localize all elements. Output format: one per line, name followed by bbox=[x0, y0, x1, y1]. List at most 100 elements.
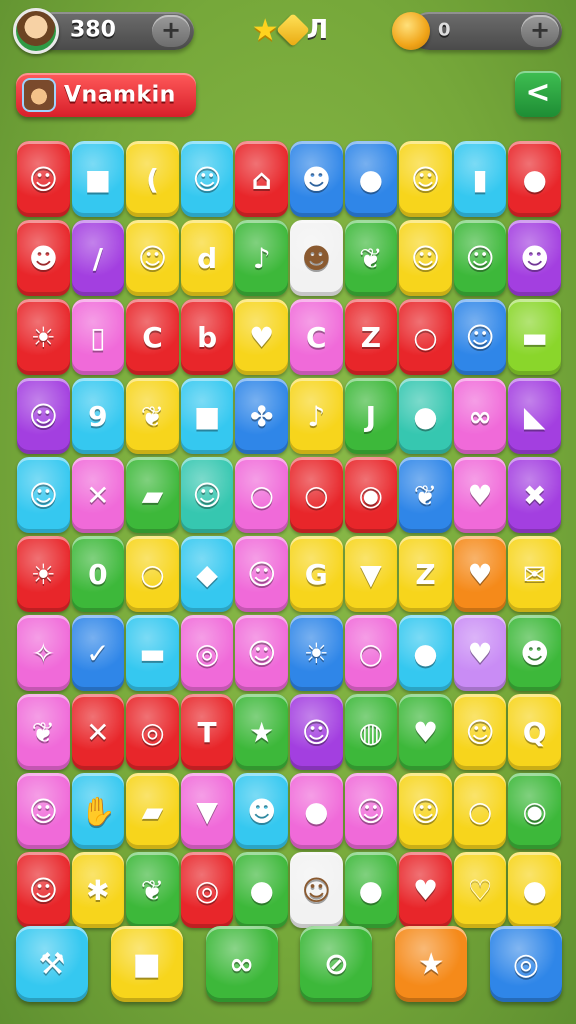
tile-gnome-icon[interactable]: ☺ bbox=[17, 141, 70, 217]
tile-gnome-icon[interactable]: ☺ bbox=[126, 220, 179, 296]
tile-heart-icon[interactable]: ♥ bbox=[399, 852, 452, 928]
tile-hammer-icon[interactable]: T bbox=[180, 694, 234, 770]
tile-blob-icon[interactable]: ☺ bbox=[235, 536, 288, 612]
tile-letter-j-icon[interactable]: J bbox=[344, 378, 398, 454]
tile-lion-icon[interactable]: ☀ bbox=[17, 299, 70, 375]
tile-letter-q-icon[interactable]: Q bbox=[508, 694, 561, 770]
tile-lemon-icon[interactable]: ● bbox=[399, 615, 452, 691]
tile-smiley-icon[interactable]: ☺ bbox=[17, 773, 70, 849]
tile-letter-c-icon[interactable]: C bbox=[289, 299, 343, 375]
tile-eraser-icon[interactable]: ▰ bbox=[126, 457, 179, 533]
tile-clock-icon[interactable]: ◎ bbox=[180, 615, 234, 691]
tile-letter-g-icon[interactable]: G bbox=[289, 536, 343, 612]
booster-target-button[interactable]: ◎ bbox=[489, 926, 562, 1002]
tile-dragon-icon[interactable]: ❦ bbox=[17, 694, 70, 770]
tile-bandage-icon[interactable]: ▯ bbox=[71, 299, 125, 375]
tile-balloon-icon[interactable]: ○ bbox=[235, 457, 288, 533]
tile-cherry-icon[interactable]: ● bbox=[289, 773, 343, 849]
tile-leaf-icon[interactable]: ❦ bbox=[126, 852, 179, 928]
tile-bag-icon[interactable]: ▼ bbox=[180, 773, 234, 849]
tile-frog-icon[interactable]: ☺ bbox=[344, 773, 398, 849]
tile-cube-icon[interactable]: ■ bbox=[180, 378, 234, 454]
tile-number-9-icon[interactable]: 9 bbox=[71, 378, 125, 454]
tile-bird-icon[interactable]: ♪ bbox=[235, 220, 288, 296]
tile-cat-icon[interactable]: ☺ bbox=[399, 773, 452, 849]
tile-candy-icon[interactable]: ▬ bbox=[508, 299, 561, 375]
tile-note-icon[interactable]: ♪ bbox=[289, 378, 343, 454]
tile-ice-cream-icon[interactable]: ▼ bbox=[344, 536, 398, 612]
tile-letter-c-icon[interactable]: C bbox=[126, 299, 179, 375]
tile-house-icon[interactable]: ⌂ bbox=[235, 141, 288, 217]
booster-hammer-button[interactable]: ⚒ bbox=[16, 926, 88, 1002]
add-coins-button[interactable]: + bbox=[152, 15, 190, 47]
tile-bird-icon[interactable]: ☺ bbox=[289, 694, 343, 770]
tile-heart-icon[interactable]: ♡ bbox=[453, 852, 507, 928]
tile-alien-icon[interactable]: ☺ bbox=[453, 299, 507, 375]
tile-bear-icon[interactable]: ☻ bbox=[235, 773, 288, 849]
tile-leaf-icon[interactable]: ❦ bbox=[126, 378, 179, 454]
tile-smiley-icon[interactable]: ☺ bbox=[180, 141, 234, 217]
tile-cat-icon[interactable]: ☺ bbox=[289, 852, 343, 928]
tile-cat-icon[interactable]: ☺ bbox=[453, 220, 507, 296]
tile-puzzle-icon[interactable]: ✤ bbox=[235, 378, 288, 454]
tile-ring-icon[interactable]: ○ bbox=[344, 615, 398, 691]
tile-flag-icon[interactable]: ◣ bbox=[508, 378, 561, 454]
tile-crayon-icon[interactable]: ▰ bbox=[126, 773, 179, 849]
tile-cross-icon[interactable]: ✕ bbox=[71, 694, 125, 770]
tile-sun-icon[interactable]: ☺ bbox=[17, 457, 70, 533]
tile-heart-icon[interactable]: ♥ bbox=[453, 536, 507, 612]
booster-star-button[interactable]: ★ bbox=[395, 926, 468, 1002]
tile-block-icon[interactable]: ▮ bbox=[453, 141, 507, 217]
tile-envelope-icon[interactable]: ✉ bbox=[508, 536, 561, 612]
tile-balloon-icon[interactable]: ○ bbox=[289, 457, 343, 533]
tile-ring-icon[interactable]: ○ bbox=[399, 299, 452, 375]
booster-swap-button[interactable]: ∞ bbox=[205, 926, 278, 1002]
tile-sun-icon[interactable]: ☀ bbox=[289, 615, 343, 691]
tile-frog-icon[interactable]: ☺ bbox=[453, 694, 507, 770]
tile-monkey-icon[interactable]: ☻ bbox=[289, 220, 343, 296]
tile-balloon-icon[interactable]: ○ bbox=[126, 536, 179, 612]
tile-pretzel-icon[interactable]: ∞ bbox=[453, 378, 507, 454]
tile-fish-icon[interactable]: ● bbox=[399, 378, 452, 454]
tile-monkey-icon[interactable]: ☻ bbox=[17, 220, 70, 296]
booster-no-entry-button[interactable]: ⊘ bbox=[300, 926, 373, 1002]
tile-letter-b-icon[interactable]: b bbox=[180, 299, 234, 375]
tile-eye-icon[interactable]: ◉ bbox=[508, 773, 561, 849]
tile-lips-icon[interactable]: ◉ bbox=[344, 457, 398, 533]
tile-speech-icon[interactable]: ◍ bbox=[344, 694, 398, 770]
tile-sun-icon[interactable]: ☀ bbox=[17, 536, 70, 612]
tile-gnome-icon[interactable]: ☺ bbox=[235, 615, 288, 691]
tile-bear-icon[interactable]: ☻ bbox=[508, 615, 561, 691]
tile-cat-icon[interactable]: ☺ bbox=[399, 220, 452, 296]
tile-number-0-icon[interactable]: 0 bbox=[71, 536, 125, 612]
tile-cube-icon[interactable]: ■ bbox=[71, 141, 125, 217]
tile-cake-icon[interactable]: ◆ bbox=[180, 536, 234, 612]
tile-heart-icon[interactable]: ♥ bbox=[453, 615, 507, 691]
tile-frog-icon[interactable]: ☺ bbox=[180, 457, 234, 533]
tile-leaf-icon[interactable]: ❦ bbox=[344, 220, 398, 296]
tile-monkey-icon[interactable]: ☻ bbox=[289, 141, 343, 217]
tile-pumpkin-icon[interactable]: ● bbox=[508, 852, 561, 928]
tile-balloon-icon[interactable]: ○ bbox=[453, 773, 507, 849]
tile-bear-icon[interactable]: ☻ bbox=[508, 220, 561, 296]
add-gems-button[interactable]: + bbox=[521, 15, 559, 47]
tile-bean-icon[interactable]: ● bbox=[235, 852, 288, 928]
tile-hand-icon[interactable]: ✋ bbox=[71, 773, 125, 849]
tile-clock-icon[interactable]: ◎ bbox=[126, 694, 179, 770]
tile-letter-d-icon[interactable]: d bbox=[180, 220, 234, 296]
tile-cross-icon[interactable]: ✕ bbox=[71, 457, 125, 533]
tile-banana-icon[interactable]: ( bbox=[126, 141, 179, 217]
tile-swirl-icon[interactable]: ◎ bbox=[180, 852, 234, 928]
tile-stick-icon[interactable]: / bbox=[71, 220, 125, 296]
tile-frog-icon[interactable]: ☺ bbox=[399, 141, 452, 217]
tile-heart-icon[interactable]: ♥ bbox=[235, 299, 288, 375]
tile-battery-icon[interactable]: ▬ bbox=[126, 615, 179, 691]
tile-star-icon[interactable]: ★ bbox=[235, 694, 288, 770]
player-avatar[interactable] bbox=[13, 8, 59, 54]
tile-check-icon[interactable]: ✓ bbox=[71, 615, 125, 691]
tile-bug-icon[interactable]: ✱ bbox=[71, 852, 125, 928]
back-button[interactable]: < bbox=[515, 71, 561, 117]
tile-plum-icon[interactable]: ● bbox=[344, 852, 398, 928]
tile-gnome-icon[interactable]: ☺ bbox=[17, 852, 70, 928]
tile-heart-icon[interactable]: ♥ bbox=[453, 457, 507, 533]
